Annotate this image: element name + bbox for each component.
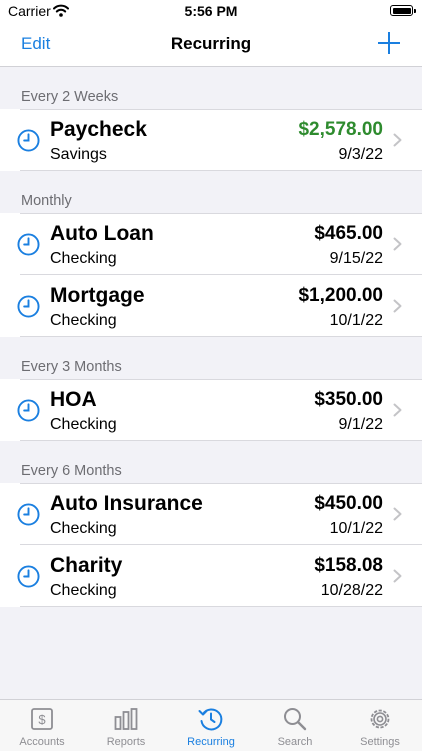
- section: Every 6 Months Auto Insurance Checking $…: [0, 441, 422, 607]
- row-amount: $465.00: [314, 223, 383, 244]
- section: Monthly Auto Loan Checking $465.00 9/15/…: [0, 171, 422, 337]
- svg-text:$: $: [38, 712, 46, 727]
- row-account: Checking: [50, 520, 117, 537]
- chevron-right-icon: [393, 133, 402, 147]
- recurring-row-hoa[interactable]: HOA Checking $350.00 9/1/22: [0, 379, 422, 441]
- status-time: 5:56 PM: [184, 3, 238, 19]
- row-name: Mortgage: [50, 284, 145, 307]
- section-header: Monthly: [21, 193, 72, 209]
- tab-search[interactable]: Search: [253, 700, 337, 751]
- recurring-row-paycheck[interactable]: Paycheck Savings $2,578.00 9/3/22: [0, 109, 422, 171]
- row-account: Checking: [50, 416, 117, 433]
- row-account: Savings: [50, 146, 107, 163]
- row-date: 10/28/22: [320, 582, 383, 599]
- row-name: Auto Insurance: [50, 492, 203, 515]
- tab-reports[interactable]: Reports: [84, 700, 168, 751]
- chevron-right-icon: [393, 299, 402, 313]
- row-name: Paycheck: [50, 118, 147, 141]
- status-bar: Carrier 5:56 PM: [0, 0, 422, 24]
- clock-icon: [17, 503, 40, 526]
- row-date: 9/3/22: [338, 146, 383, 163]
- add-icon[interactable]: [378, 32, 400, 54]
- recurring-icon: [198, 708, 223, 731]
- section-header: Every 2 Weeks: [21, 89, 119, 105]
- row-date: 10/1/22: [329, 312, 383, 329]
- reports-icon: [114, 708, 138, 730]
- row-account: Checking: [50, 250, 117, 267]
- row-amount: $1,200.00: [298, 285, 383, 306]
- row-name: HOA: [50, 388, 97, 411]
- page-title: Recurring: [170, 34, 252, 53]
- recurring-row-mortgage[interactable]: Mortgage Checking $1,200.00 10/1/22: [0, 275, 422, 337]
- chevron-right-icon: [393, 569, 402, 583]
- section: Every 3 Months HOA Checking $350.00 9/1/…: [0, 337, 422, 441]
- clock-icon: [17, 565, 40, 588]
- row-amount: $450.00: [314, 493, 383, 514]
- row-amount: $2,578.00: [298, 119, 383, 140]
- row-account: Checking: [50, 582, 117, 599]
- settings-icon: [370, 709, 390, 729]
- recurring-list: Every 2 Weeks Paycheck Savings $2,578.00…: [0, 67, 422, 699]
- recurring-row-auto-loan[interactable]: Auto Loan Checking $465.00 9/15/22: [0, 213, 422, 275]
- row-amount: $350.00: [314, 389, 383, 410]
- search-icon: [284, 708, 307, 731]
- tab-recurring[interactable]: Recurring: [169, 700, 253, 751]
- recurring-row-auto-insurance[interactable]: Auto Insurance Checking $450.00 10/1/22: [0, 483, 422, 545]
- clock-icon: [17, 233, 40, 256]
- section-header: Every 3 Months: [21, 359, 122, 375]
- chevron-right-icon: [393, 237, 402, 251]
- section-header: Every 6 Months: [21, 463, 122, 479]
- row-date: 9/15/22: [329, 250, 383, 267]
- row-name: Charity: [50, 554, 123, 577]
- tab-accounts[interactable]: $ Accounts: [0, 700, 84, 751]
- row-account: Checking: [50, 312, 117, 329]
- section: Every 2 Weeks Paycheck Savings $2,578.00…: [0, 67, 422, 171]
- clock-icon: [17, 399, 40, 422]
- recurring-row-charity[interactable]: Charity Checking $158.08 10/28/22: [0, 545, 422, 607]
- battery-icon: [390, 5, 416, 16]
- chevron-right-icon: [393, 403, 402, 417]
- clock-icon: [17, 295, 40, 318]
- accounts-icon: $: [31, 708, 53, 730]
- navigation-bar: Edit Recurring: [0, 24, 422, 67]
- tab-settings[interactable]: Settings: [338, 700, 422, 751]
- tab-bar: $ Accounts Reports Recurring Search Sett…: [0, 699, 422, 751]
- row-amount: $158.08: [314, 555, 383, 576]
- row-date: 9/1/22: [338, 416, 383, 433]
- row-name: Auto Loan: [50, 222, 154, 245]
- row-date: 10/1/22: [329, 520, 383, 537]
- clock-icon: [17, 129, 40, 152]
- chevron-right-icon: [393, 507, 402, 521]
